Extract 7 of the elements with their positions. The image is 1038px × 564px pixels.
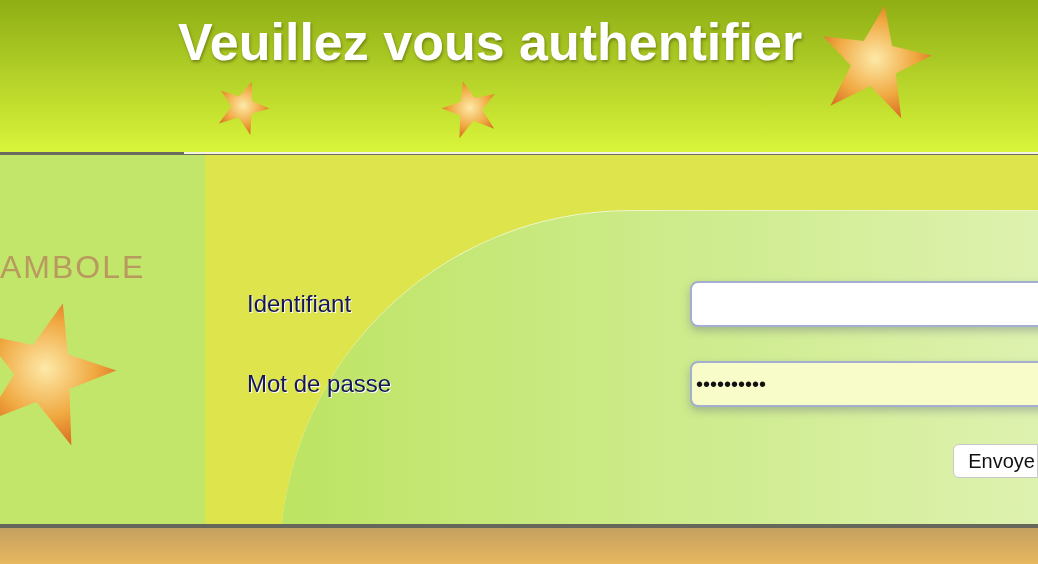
field-label: Identifiant [247,289,353,319]
input-field[interactable]: •••••••••• [690,361,1038,407]
input-field[interactable] [690,281,1038,327]
field-label: Mot de passe [247,369,393,399]
submit-button[interactable]: Envoye [953,444,1038,478]
brand-text: AMBOLE [0,248,147,287]
page-title: Veuillez vous authentifier [178,12,803,73]
